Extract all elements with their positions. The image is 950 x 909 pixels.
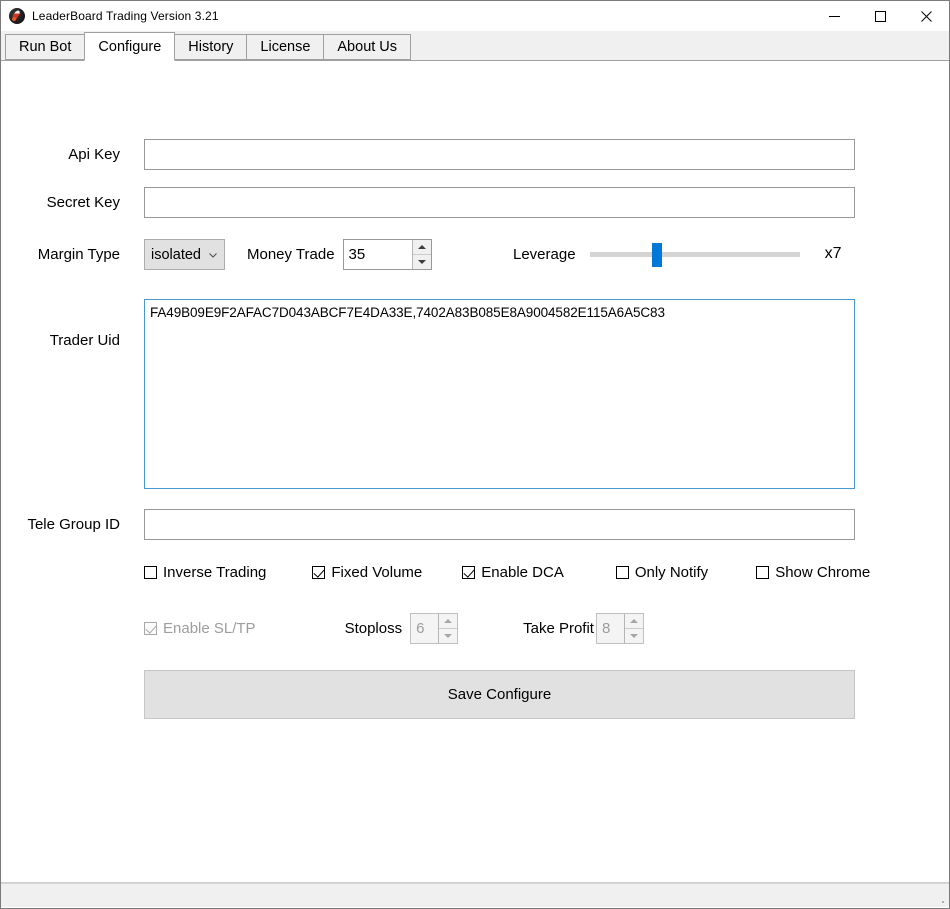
title-bar: LeaderBoard Trading Version 3.21 [1,1,949,31]
checkbox-box-enable-sltp [144,622,157,635]
checkbox-label-fixed-volume: Fixed Volume [331,564,422,581]
maximize-button[interactable] [857,1,903,31]
checkbox-label-inverse-trading: Inverse Trading [163,564,266,581]
arrow-up-icon [418,245,426,249]
stoploss-stepper[interactable]: 6 [410,613,458,644]
stoploss-value[interactable]: 6 [411,614,438,643]
take-profit-stepper-buttons [624,614,643,643]
tab-run-bot[interactable]: Run Bot [5,34,85,60]
checkbox-box-inverse-trading [144,566,157,579]
margin-type-label: Margin Type [1,246,120,263]
secret-key-label: Secret Key [1,194,120,211]
checkbox-label-show-chrome: Show Chrome [775,564,870,581]
tab-about-us[interactable]: About Us [323,34,411,60]
leverage-value: x7 [825,245,842,263]
take-profit-value[interactable]: 8 [597,614,624,643]
tele-group-id-row: Tele Group ID [1,509,855,540]
leverage-slider-track [590,252,800,257]
secret-key-row: Secret Key [1,187,855,218]
api-key-row: Api Key [1,139,855,170]
leverage-slider[interactable] [590,239,800,269]
configure-panel: Api Key Secret Key Margin Type isolated … [1,61,949,883]
close-button[interactable] [903,1,949,31]
arrow-up-icon [444,619,452,623]
sltp-row: Enable SL/TP Stoploss 6 Take Profit 8 [144,613,644,644]
money-trade-stepper-buttons [412,240,431,269]
trader-uid-row: Trader Uid [1,299,855,489]
leverage-label: Leverage [513,246,576,263]
trader-uid-textarea[interactable] [144,299,855,489]
stoploss-decrement-button[interactable] [439,628,457,643]
take-profit-decrement-button[interactable] [625,628,643,643]
arrow-up-icon [630,619,638,623]
maximize-icon [875,11,886,22]
tele-group-id-label: Tele Group ID [1,516,120,533]
checkbox-enable-dca[interactable]: Enable DCA [462,564,564,581]
money-trade-value[interactable]: 35 [344,240,412,269]
checkbox-box-only-notify [616,566,629,579]
arrow-down-icon [418,260,426,264]
margin-type-value: isolated [151,247,201,263]
rocket-icon [9,8,25,24]
trader-uid-label: Trader Uid [1,299,120,349]
save-configure-button[interactable]: Save Configure [144,670,855,719]
checkbox-only-notify[interactable]: Only Notify [616,564,708,581]
minimize-button[interactable] [811,1,857,31]
checkbox-box-enable-dca [462,566,475,579]
tab-license[interactable]: License [246,34,324,60]
checkbox-inverse-trading[interactable]: Inverse Trading [144,564,266,581]
resize-grip-icon[interactable] [934,893,946,905]
tab-configure[interactable]: Configure [84,32,175,61]
checkbox-fixed-volume[interactable]: Fixed Volume [312,564,422,581]
tab-bar: Run Bot Configure History License About … [1,31,949,61]
checkbox-label-only-notify: Only Notify [635,564,708,581]
status-bar [1,883,949,907]
money-trade-label: Money Trade [247,246,335,263]
take-profit-increment-button[interactable] [625,614,643,628]
margin-money-row: Margin Type isolated Money Trade 35 [1,239,432,270]
checkbox-label-enable-sltp: Enable SL/TP [163,620,256,637]
stoploss-increment-button[interactable] [439,614,457,628]
checkbox-enable-sltp[interactable]: Enable SL/TP [144,620,256,637]
take-profit-stepper[interactable]: 8 [596,613,644,644]
checkbox-box-fixed-volume [312,566,325,579]
tab-history[interactable]: History [174,34,247,60]
stoploss-label: Stoploss [345,620,403,637]
close-icon [921,11,932,22]
checkbox-label-enable-dca: Enable DCA [481,564,564,581]
take-profit-label: Take Profit [523,620,594,637]
application-window: LeaderBoard Trading Version 3.21 Ru [0,0,950,909]
api-key-label: Api Key [1,146,120,163]
window-title: LeaderBoard Trading Version 3.21 [32,9,219,23]
stoploss-stepper-buttons [438,614,457,643]
leverage-slider-thumb[interactable] [652,243,662,267]
tele-group-id-input[interactable] [144,509,855,540]
checkbox-box-show-chrome [756,566,769,579]
window-controls [811,1,949,31]
money-trade-stepper[interactable]: 35 [343,239,432,270]
leverage-row: Leverage x7 [513,239,841,269]
arrow-down-icon [444,634,452,638]
options-checkbox-row: Inverse Trading Fixed Volume Enable DCA … [144,564,870,581]
api-key-input[interactable] [144,139,855,170]
margin-type-select[interactable]: isolated [144,239,225,270]
arrow-down-icon [630,634,638,638]
chevron-down-icon [208,250,218,260]
money-trade-increment-button[interactable] [413,240,431,254]
minimize-icon [829,11,840,22]
checkbox-show-chrome[interactable]: Show Chrome [756,564,870,581]
secret-key-input[interactable] [144,187,855,218]
money-trade-decrement-button[interactable] [413,254,431,269]
